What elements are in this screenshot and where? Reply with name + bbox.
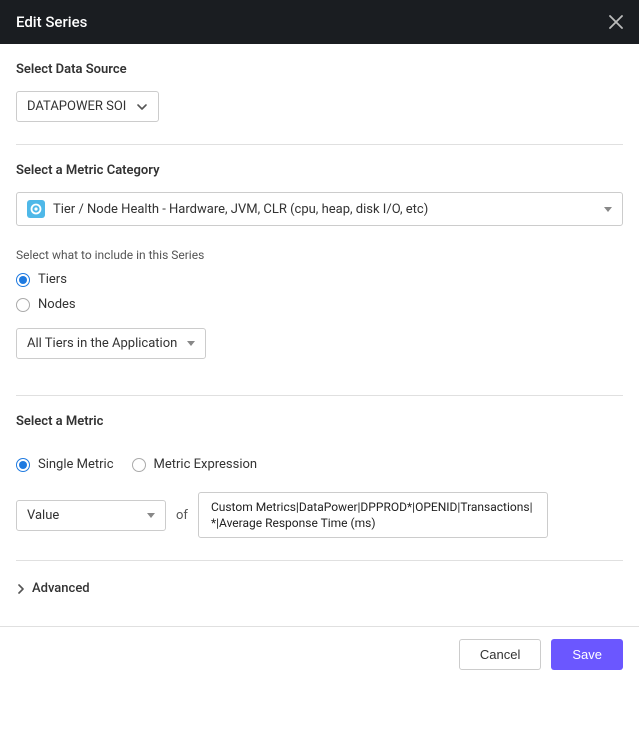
radio-icon xyxy=(132,458,146,472)
series-include-radio-group: Tiers Nodes xyxy=(16,272,623,312)
metric-row: Value of Custom Metrics|DataPower|DPPROD… xyxy=(16,492,623,538)
metric-category-select[interactable]: Tier / Node Health - Hardware, JVM, CLR … xyxy=(16,192,623,226)
advanced-toggle[interactable]: Advanced xyxy=(16,581,623,596)
triangle-down-icon xyxy=(604,207,612,212)
radio-icon xyxy=(16,273,30,287)
triangle-down-icon xyxy=(187,341,195,346)
radio-metric-expression[interactable]: Metric Expression xyxy=(132,457,258,472)
metric-category-icon xyxy=(27,200,45,218)
advanced-label: Advanced xyxy=(32,581,90,596)
chevron-right-icon xyxy=(16,584,26,594)
metric-type-radio-group: Single Metric Metric Expression xyxy=(16,457,623,472)
cancel-button[interactable]: Cancel xyxy=(459,639,541,670)
aggregation-select[interactable]: Value xyxy=(16,500,166,531)
series-include-label: Select what to include in this Series xyxy=(16,248,623,262)
dialog-title: Edit Series xyxy=(16,13,87,31)
tiers-scope-value: All Tiers in the Application xyxy=(27,336,177,351)
metric-path-display[interactable]: Custom Metrics|DataPower|DPPROD*|OPENID|… xyxy=(198,492,548,538)
triangle-down-icon xyxy=(147,513,155,518)
radio-tiers[interactable]: Tiers xyxy=(16,272,623,287)
radio-single-metric-label: Single Metric xyxy=(38,457,114,472)
close-button[interactable] xyxy=(609,15,623,29)
metric-path-text: Custom Metrics|DataPower|DPPROD*|OPENID|… xyxy=(211,500,533,530)
radio-icon xyxy=(16,458,30,472)
divider xyxy=(16,560,623,561)
tiers-scope-select[interactable]: All Tiers in the Application xyxy=(16,328,206,359)
radio-nodes-label: Nodes xyxy=(38,297,76,312)
radio-metric-expression-label: Metric Expression xyxy=(154,457,258,472)
dialog-header: Edit Series xyxy=(0,0,639,44)
of-label: of xyxy=(176,508,188,523)
radio-icon xyxy=(16,298,30,312)
divider xyxy=(16,144,623,145)
aggregation-value: Value xyxy=(27,508,59,523)
metric-label: Select a Metric xyxy=(16,414,623,429)
chevron-down-icon xyxy=(136,101,148,113)
metric-category-label: Select a Metric Category xyxy=(16,163,623,178)
divider xyxy=(16,395,623,396)
save-button[interactable]: Save xyxy=(551,639,623,670)
data-source-value: DATAPOWER SOI xyxy=(27,99,126,114)
data-source-select[interactable]: DATAPOWER SOI xyxy=(16,91,159,122)
close-icon xyxy=(609,15,623,29)
metric-category-value: Tier / Node Health - Hardware, JVM, CLR … xyxy=(53,202,428,217)
radio-single-metric[interactable]: Single Metric xyxy=(16,457,114,472)
radio-tiers-label: Tiers xyxy=(38,272,67,287)
radio-nodes[interactable]: Nodes xyxy=(16,297,623,312)
dialog-footer: Cancel Save xyxy=(0,626,639,682)
data-source-label: Select Data Source xyxy=(16,62,623,77)
